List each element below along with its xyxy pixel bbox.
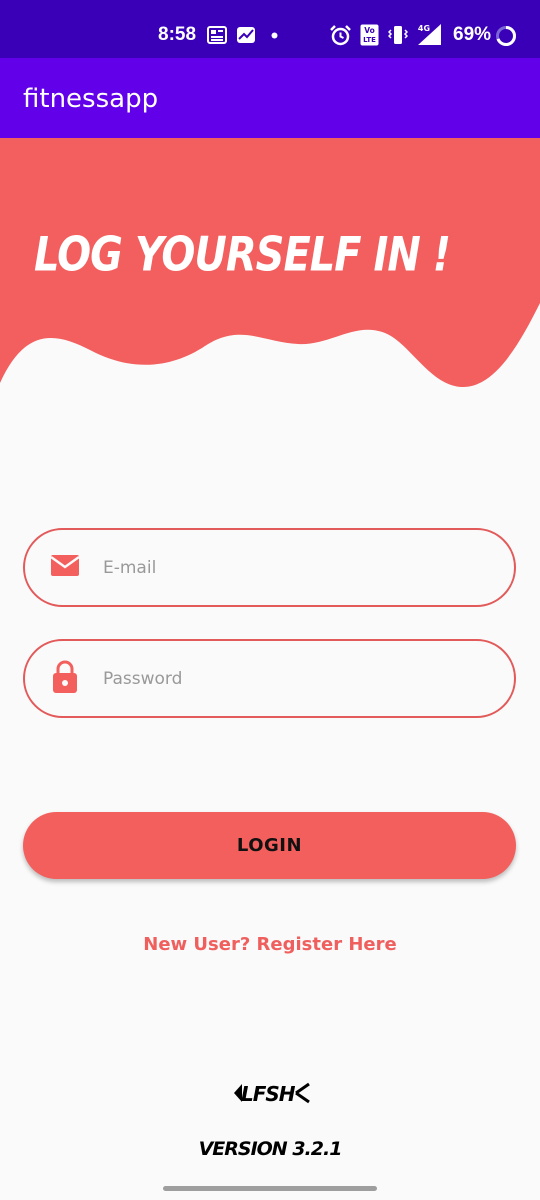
svg-text:Vo: Vo <box>364 26 375 35</box>
login-screen: 8:58 Vo LTE 4G 69% fitnessapp LOG YOURSE… <box>0 0 540 1200</box>
login-button[interactable]: LOGIN <box>23 812 516 879</box>
status-bar: 8:58 Vo LTE 4G 69% <box>0 0 540 58</box>
notification-dot-icon <box>271 32 278 39</box>
brand-logo-text: LFSH <box>241 1082 296 1106</box>
signal-icon: 4G <box>416 23 441 45</box>
brand-logo: LFSH <box>234 1082 310 1106</box>
volte-icon: Vo LTE <box>360 24 379 46</box>
email-icon <box>50 555 80 576</box>
home-indicator[interactable] <box>163 1186 377 1191</box>
vibrate-icon <box>388 26 408 44</box>
app-title: fitnessapp <box>23 84 159 114</box>
alarm-icon <box>330 25 351 46</box>
register-link[interactable]: New User? Register Here <box>0 934 540 955</box>
page-headline: LOG YOURSELF IN ! <box>34 228 451 283</box>
network-type-label: 4G <box>418 24 430 33</box>
lock-icon <box>53 660 77 693</box>
password-field[interactable] <box>23 639 516 718</box>
news-icon <box>207 26 227 44</box>
chart-icon <box>237 27 255 43</box>
app-bar: fitnessapp <box>0 58 540 138</box>
svg-text:LTE: LTE <box>363 36 376 44</box>
email-field[interactable] <box>23 528 516 607</box>
email-input[interactable] <box>103 530 493 605</box>
version-label: VERSION 3.2.1 <box>198 1138 343 1160</box>
battery-percent: 69% <box>453 24 492 45</box>
status-time: 8:58 <box>158 24 197 45</box>
password-input[interactable] <box>103 641 493 716</box>
battery-ring-icon <box>496 26 516 46</box>
